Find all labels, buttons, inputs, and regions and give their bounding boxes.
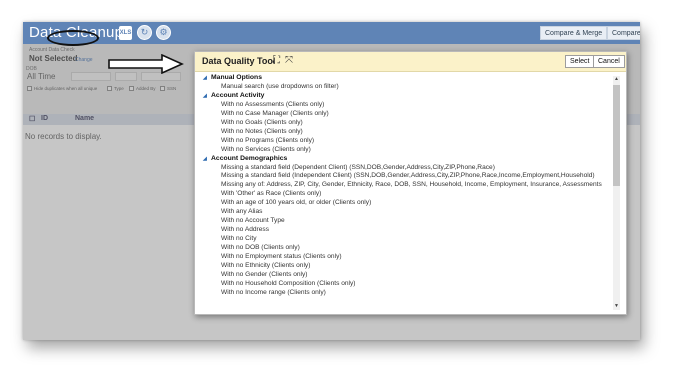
option-item[interactable]: With no Household Composition (Clients o…: [221, 280, 356, 287]
data-quality-dialog: Data Quality Tool ⛶ ⤧ Select Cancel ▲ ▼ …: [194, 51, 627, 315]
option-item[interactable]: With no City: [221, 235, 257, 242]
option-item[interactable]: With no Ethnicity (Clients only): [221, 262, 310, 269]
compare-merge-button[interactable]: Compare & Merge: [540, 26, 608, 40]
right-arrow-annotation: [108, 54, 184, 74]
option-item[interactable]: With no Employment status (Clients only): [221, 253, 342, 260]
dialog-body: ▲ ▼ ◢ Manual Options Manual search (use dr…: [195, 72, 626, 314]
option-group-header[interactable]: ◢ Account Activity: [203, 92, 264, 99]
option-item[interactable]: With no Address: [221, 226, 269, 233]
option-item[interactable]: Missing a standard field (Dependent Clie…: [221, 164, 495, 171]
cancel-button[interactable]: Cancel: [593, 55, 625, 68]
collapse-icon[interactable]: ⤧: [285, 55, 293, 66]
option-item[interactable]: With no Account Type: [221, 217, 285, 224]
option-item[interactable]: With no Services (Clients only): [221, 146, 311, 153]
compare-button[interactable]: Compare: [607, 26, 640, 40]
option-item[interactable]: With no Notes (Clients only): [221, 128, 303, 135]
option-group-label: Account Activity: [211, 91, 265, 99]
refresh-icon[interactable]: ↻: [137, 25, 152, 40]
dialog-titlebar: Data Quality Tool ⛶ ⤧ Select Cancel: [195, 52, 626, 72]
option-item[interactable]: With any Alias: [221, 208, 262, 215]
option-item[interactable]: Missing a standard field (Independent Cl…: [221, 172, 595, 179]
option-item[interactable]: With no Income range (Clients only): [221, 289, 326, 296]
triangle-down-icon[interactable]: ◢: [203, 93, 211, 99]
option-item[interactable]: With no Assessments (Clients only): [221, 101, 324, 108]
select-button[interactable]: Select: [565, 55, 595, 68]
option-group-label: Manual Options: [211, 74, 262, 81]
option-item[interactable]: With no Programs (Clients only): [221, 137, 314, 144]
change-highlight-oval: [47, 30, 99, 46]
option-item[interactable]: With no Case Manager (Clients only): [221, 110, 329, 117]
option-item[interactable]: With an age of 100 years old, or older (…: [221, 199, 371, 206]
scroll-down-arrow-icon[interactable]: ▼: [613, 303, 620, 310]
scroll-up-arrow-icon[interactable]: ▲: [613, 76, 620, 83]
dialog-title: Data Quality Tool: [202, 56, 276, 66]
option-item[interactable]: Missing any of: Address, ZIP, City, Gend…: [221, 181, 602, 188]
triangle-down-icon[interactable]: ◢: [203, 156, 211, 162]
dialog-scrollbar[interactable]: ▲ ▼: [613, 76, 620, 310]
expand-icon[interactable]: ⛶: [273, 55, 280, 66]
option-item[interactable]: With no Gender (Clients only): [221, 271, 308, 278]
app-header: Data Cleanup XLS ↻ ⚙ Compare & Merge Com…: [23, 22, 640, 44]
option-item[interactable]: With 'Other' as Race (Clients only): [221, 190, 321, 197]
option-item[interactable]: With no Goals (Clients only): [221, 119, 303, 126]
triangle-down-icon[interactable]: ◢: [203, 75, 211, 81]
option-group-label: Account Demographics: [211, 154, 288, 162]
xls-export-icon[interactable]: XLS: [119, 26, 132, 40]
option-group-header[interactable]: ◢ Manual Options: [203, 74, 262, 81]
settings-icon[interactable]: ⚙: [156, 25, 171, 40]
option-item[interactable]: Manual search (use dropdowns on filter): [221, 83, 339, 90]
option-group-header[interactable]: ◢ Account Demographics: [203, 155, 287, 162]
scroll-thumb[interactable]: [613, 85, 620, 186]
option-item[interactable]: With no DOB (Clients only): [221, 244, 300, 251]
